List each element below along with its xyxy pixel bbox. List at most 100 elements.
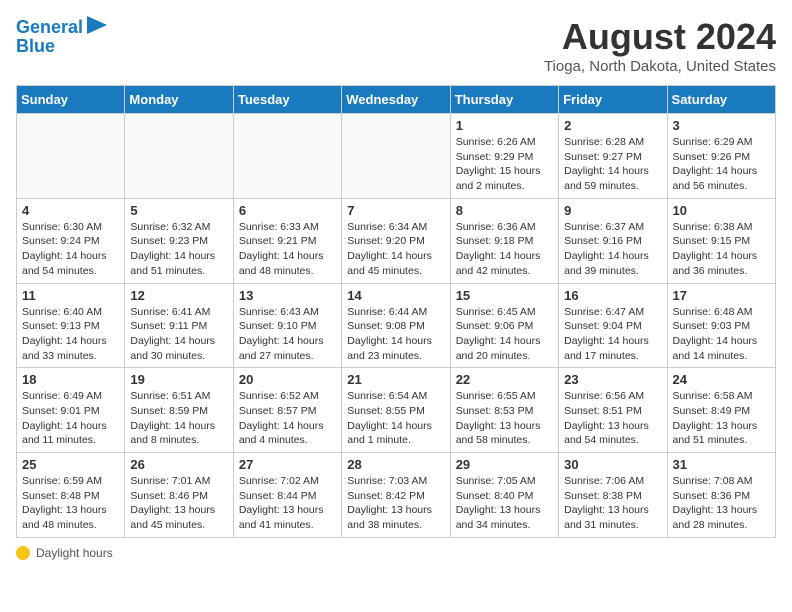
day-info: Sunrise: 6:26 AM Sunset: 9:29 PM Dayligh… xyxy=(456,135,553,194)
calendar-cell: 15 Sunrise: 6:45 AM Sunset: 9:06 PM Dayli… xyxy=(450,283,558,368)
calendar-cell: 17 Sunrise: 6:48 AM Sunset: 9:03 PM Dayli… xyxy=(667,283,775,368)
day-number: 5 xyxy=(130,203,227,218)
day-info: Sunrise: 6:29 AM Sunset: 9:26 PM Dayligh… xyxy=(673,135,770,194)
calendar-week-row: 18 Sunrise: 6:49 AM Sunset: 9:01 PM Dayli… xyxy=(17,368,776,453)
calendar-cell: 1 Sunrise: 6:26 AM Sunset: 9:29 PM Daylig… xyxy=(450,114,558,199)
day-number: 16 xyxy=(564,288,661,303)
calendar-cell: 19 Sunrise: 6:51 AM Sunset: 8:59 PM Dayli… xyxy=(125,368,233,453)
day-number: 10 xyxy=(673,203,770,218)
day-info: Sunrise: 6:49 AM Sunset: 9:01 PM Dayligh… xyxy=(22,389,119,448)
calendar-header-friday: Friday xyxy=(559,86,667,114)
day-info: Sunrise: 6:32 AM Sunset: 9:23 PM Dayligh… xyxy=(130,220,227,279)
day-number: 23 xyxy=(564,372,661,387)
calendar-cell xyxy=(342,114,450,199)
day-info: Sunrise: 6:34 AM Sunset: 9:20 PM Dayligh… xyxy=(347,220,444,279)
calendar-cell: 22Sunrise: 6:55 AM Sunset: 8:53 PM Dayli… xyxy=(450,368,558,453)
calendar-header-tuesday: Tuesday xyxy=(233,86,341,114)
calendar-cell: 27 Sunrise: 7:02 AM Sunset: 8:44 PM Dayli… xyxy=(233,453,341,538)
calendar-cell: 14 Sunrise: 6:44 AM Sunset: 9:08 PM Dayli… xyxy=(342,283,450,368)
day-number: 8 xyxy=(456,203,553,218)
day-info: Sunrise: 6:44 AM Sunset: 9:08 PM Dayligh… xyxy=(347,305,444,364)
day-number: 15 xyxy=(456,288,553,303)
calendar-header-row: SundayMondayTuesdayWednesdayThursdayFrid… xyxy=(17,86,776,114)
calendar-cell: 2 Sunrise: 6:28 AM Sunset: 9:27 PM Daylig… xyxy=(559,114,667,199)
calendar-cell: 6 Sunrise: 6:33 AM Sunset: 9:21 PM Daylig… xyxy=(233,198,341,283)
day-info: Sunrise: 6:33 AM Sunset: 9:21 PM Dayligh… xyxy=(239,220,336,279)
subtitle: Tioga, North Dakota, United States xyxy=(544,58,776,75)
day-info: Sunrise: 6:58 AM Sunset: 8:49 PM Dayligh… xyxy=(673,389,770,448)
day-number: 19 xyxy=(130,372,227,387)
day-info: Sunrise: 6:54 AM Sunset: 8:55 PM Dayligh… xyxy=(347,389,444,448)
calendar-cell: 16 Sunrise: 6:47 AM Sunset: 9:04 PM Dayli… xyxy=(559,283,667,368)
day-info: Sunrise: 6:59 AM Sunset: 8:48 PM Dayligh… xyxy=(22,474,119,533)
main-title: August 2024 xyxy=(544,16,776,58)
day-info: Sunrise: 6:51 AM Sunset: 8:59 PM Dayligh… xyxy=(130,389,227,448)
calendar-table: SundayMondayTuesdayWednesdayThursdayFrid… xyxy=(16,85,776,538)
calendar-cell xyxy=(17,114,125,199)
calendar-cell: 21 Sunrise: 6:54 AM Sunset: 8:55 PM Dayli… xyxy=(342,368,450,453)
day-number: 3 xyxy=(673,118,770,133)
day-info: Sunrise: 6:43 AM Sunset: 9:10 PM Dayligh… xyxy=(239,305,336,364)
day-info: Sunrise: 6:28 AM Sunset: 9:27 PM Dayligh… xyxy=(564,135,661,194)
calendar-cell: 30 Sunrise: 7:06 AM Sunset: 8:38 PM Dayli… xyxy=(559,453,667,538)
day-number: 18 xyxy=(22,372,119,387)
calendar-cell: 4Sunrise: 6:30 AM Sunset: 9:24 PM Daylig… xyxy=(17,198,125,283)
day-info: Sunrise: 7:01 AM Sunset: 8:46 PM Dayligh… xyxy=(130,474,227,533)
calendar-cell xyxy=(233,114,341,199)
day-number: 27 xyxy=(239,457,336,472)
day-number: 25 xyxy=(22,457,119,472)
logo: General Blue xyxy=(16,16,107,57)
calendar-cell: 18 Sunrise: 6:49 AM Sunset: 9:01 PM Dayli… xyxy=(17,368,125,453)
day-info: Sunrise: 6:47 AM Sunset: 9:04 PM Dayligh… xyxy=(564,305,661,364)
calendar-cell: 11 Sunrise: 6:40 AM Sunset: 9:13 PM Dayli… xyxy=(17,283,125,368)
calendar-cell: 8Sunrise: 6:36 AM Sunset: 9:18 PM Daylig… xyxy=(450,198,558,283)
day-info: Sunrise: 6:52 AM Sunset: 8:57 PM Dayligh… xyxy=(239,389,336,448)
day-number: 17 xyxy=(673,288,770,303)
day-info: Sunrise: 6:38 AM Sunset: 9:15 PM Dayligh… xyxy=(673,220,770,279)
footer: Daylight hours xyxy=(16,546,776,560)
day-number: 31 xyxy=(673,457,770,472)
day-info: Sunrise: 6:40 AM Sunset: 9:13 PM Dayligh… xyxy=(22,305,119,364)
calendar-cell: 12Sunrise: 6:41 AM Sunset: 9:11 PM Dayli… xyxy=(125,283,233,368)
calendar-cell: 3 Sunrise: 6:29 AM Sunset: 9:26 PM Daylig… xyxy=(667,114,775,199)
day-info: Sunrise: 7:02 AM Sunset: 8:44 PM Dayligh… xyxy=(239,474,336,533)
calendar-cell: 10 Sunrise: 6:38 AM Sunset: 9:15 PM Dayli… xyxy=(667,198,775,283)
calendar-cell: 13Sunrise: 6:43 AM Sunset: 9:10 PM Dayli… xyxy=(233,283,341,368)
day-number: 29 xyxy=(456,457,553,472)
calendar-header-wednesday: Wednesday xyxy=(342,86,450,114)
calendar-cell: 20Sunrise: 6:52 AM Sunset: 8:57 PM Dayli… xyxy=(233,368,341,453)
calendar-cell: 29 Sunrise: 7:05 AM Sunset: 8:40 PM Dayli… xyxy=(450,453,558,538)
day-number: 24 xyxy=(673,372,770,387)
calendar-cell: 9Sunrise: 6:37 AM Sunset: 9:16 PM Daylig… xyxy=(559,198,667,283)
day-info: Sunrise: 6:45 AM Sunset: 9:06 PM Dayligh… xyxy=(456,305,553,364)
day-number: 6 xyxy=(239,203,336,218)
day-number: 1 xyxy=(456,118,553,133)
calendar-cell: 31Sunrise: 7:08 AM Sunset: 8:36 PM Dayli… xyxy=(667,453,775,538)
day-info: Sunrise: 7:05 AM Sunset: 8:40 PM Dayligh… xyxy=(456,474,553,533)
sun-icon xyxy=(16,546,30,560)
day-number: 21 xyxy=(347,372,444,387)
calendar-cell: 28Sunrise: 7:03 AM Sunset: 8:42 PM Dayli… xyxy=(342,453,450,538)
day-number: 11 xyxy=(22,288,119,303)
day-number: 30 xyxy=(564,457,661,472)
logo-text-line2: Blue xyxy=(16,37,55,57)
calendar-cell: 25 Sunrise: 6:59 AM Sunset: 8:48 PM Dayli… xyxy=(17,453,125,538)
day-number: 4 xyxy=(22,203,119,218)
day-number: 28 xyxy=(347,457,444,472)
calendar-week-row: 11 Sunrise: 6:40 AM Sunset: 9:13 PM Dayli… xyxy=(17,283,776,368)
footer-text: Daylight hours xyxy=(36,546,113,560)
calendar-cell: 24 Sunrise: 6:58 AM Sunset: 8:49 PM Dayli… xyxy=(667,368,775,453)
day-info: Sunrise: 7:06 AM Sunset: 8:38 PM Dayligh… xyxy=(564,474,661,533)
logo-arrow-icon xyxy=(87,16,107,34)
day-number: 2 xyxy=(564,118,661,133)
day-number: 22 xyxy=(456,372,553,387)
logo-text-line1: General xyxy=(16,18,83,38)
calendar-header-saturday: Saturday xyxy=(667,86,775,114)
title-block: August 2024 Tioga, North Dakota, United … xyxy=(544,16,776,75)
page-header: General Blue August 2024 Tioga, North Da… xyxy=(16,16,776,75)
calendar-cell xyxy=(125,114,233,199)
day-number: 14 xyxy=(347,288,444,303)
day-info: Sunrise: 6:48 AM Sunset: 9:03 PM Dayligh… xyxy=(673,305,770,364)
calendar-cell: 7Sunrise: 6:34 AM Sunset: 9:20 PM Daylig… xyxy=(342,198,450,283)
day-number: 12 xyxy=(130,288,227,303)
